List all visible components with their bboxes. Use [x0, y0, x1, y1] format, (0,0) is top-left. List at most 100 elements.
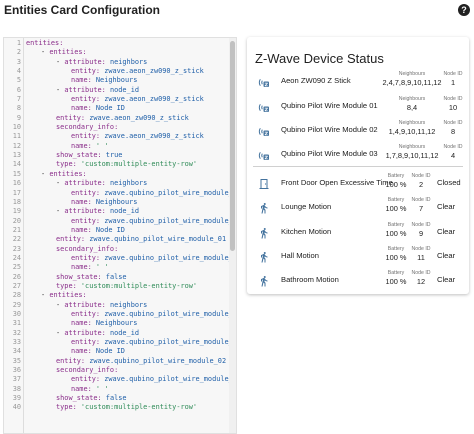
device-row[interactable]: Qubino Pilot Wire Module 03 Neighbours 1,7…	[247, 142, 469, 166]
code-line[interactable]: 36 secondary_info:	[4, 366, 230, 375]
sensor-row[interactable]: Lounge Motion Battery 100 % Node ID 7 Clear	[247, 195, 469, 219]
code-line[interactable]: 2 - entities:	[4, 48, 230, 57]
node-id-label: Node ID	[443, 120, 463, 126]
sensor-name[interactable]: Hall Motion	[281, 251, 319, 260]
code-line[interactable]: 33 entity: zwave.qubino_pilot_wire_module…	[4, 338, 236, 347]
walk-icon	[258, 274, 270, 287]
code-line[interactable]: 15 - entities:	[4, 170, 230, 179]
code-line[interactable]: 23 secondary_info:	[4, 245, 230, 254]
device-name[interactable]: Qubino Pilot Wire Module 03	[281, 149, 378, 158]
code-line[interactable]: 38 name: ' '	[4, 385, 230, 394]
neighbours-value: 1,4,9,10,11,12	[388, 127, 436, 136]
code-line[interactable]: 24 entity: zwave.qubino_pilot_wire_module…	[4, 254, 236, 263]
battery: Battery 100 %	[383, 197, 409, 213]
node-id-value: 7	[418, 204, 424, 213]
code-text: - attribute: neighbors	[56, 57, 148, 66]
code-line[interactable]: 35 entity: zwave.qubino_pilot_wire_module…	[4, 357, 230, 366]
code-line[interactable]: 1 entities:	[4, 39, 230, 48]
door-icon	[258, 177, 270, 189]
code-line[interactable]: 37 entity: zwave.qubino_pilot_wire_module…	[4, 375, 236, 384]
code-text: name: ' '	[71, 263, 109, 272]
code-line[interactable]: 17 entity: zwave.qubino_pilot_wire_module…	[4, 188, 236, 198]
node-id-label: Node ID	[411, 246, 431, 252]
yaml-code-editor[interactable]: 1 entities: 2 - entities: 3 - attribute: neig…	[3, 37, 237, 434]
line-number: 11	[12, 132, 21, 141]
code-line[interactable]: 7 entity: zwave.aeon_zw090_z_stick	[4, 95, 230, 104]
code-line[interactable]: 27 type: 'custom:multiple-entity-row'	[4, 282, 230, 291]
neighbours-value: 8,4	[406, 103, 418, 112]
node-id-label: Node ID	[411, 173, 431, 179]
node-id-value: 12	[416, 277, 426, 286]
code-line[interactable]: 19 - attribute: node_id	[4, 207, 230, 216]
scrollbar-thumb[interactable]	[230, 41, 235, 251]
code-line[interactable]: 25 name: ' '	[4, 263, 230, 272]
sensor-state: Closed	[437, 178, 461, 187]
code-line[interactable]: 29 - attribute: neighbors	[4, 301, 230, 310]
code-line[interactable]: 32 - attribute: node_id	[4, 329, 230, 338]
sensor-name[interactable]: Bathroom Motion	[281, 275, 339, 284]
device-row[interactable]: Aeon ZW090 Z Stick Neighbours 2,4,7,8,9,10…	[247, 69, 469, 93]
line-number: 15	[12, 169, 21, 178]
sensor-name[interactable]: Kitchen Motion	[281, 227, 331, 236]
line-number: 35	[12, 356, 21, 365]
code-line[interactable]: 10 secondary_info:	[4, 123, 230, 132]
code-line[interactable]: 21 name: Node ID	[4, 226, 230, 235]
sensor-row[interactable]: Bathroom Motion Battery 100 % Node ID 12 Clea…	[247, 268, 469, 292]
line-number: 4	[16, 67, 21, 76]
device-name[interactable]: Qubino Pilot Wire Module 02	[281, 125, 378, 134]
code-lines: 1 entities: 2 - entities: 3 - attribute: neig…	[4, 39, 236, 413]
line-number: 12	[12, 141, 21, 150]
node-id-value: 8	[450, 127, 456, 136]
code-line[interactable]: 18 name: Neighbours	[4, 198, 230, 207]
device-name[interactable]: Qubino Pilot Wire Module 01	[281, 101, 378, 110]
code-line[interactable]: 12 name: ' '	[4, 142, 230, 151]
sensor-state: Clear	[437, 227, 456, 236]
line-number: 6	[16, 85, 21, 94]
code-line[interactable]: 13 show_state: true	[4, 151, 230, 160]
sensor-row[interactable]: Front Door Open Excessive Time Battery 100…	[247, 171, 469, 195]
code-line[interactable]: 30 entity: zwave.qubino_pilot_wire_module…	[4, 310, 236, 319]
node-id: Node ID 1	[443, 71, 463, 87]
code-line[interactable]: 14 type: 'custom:multiple-entity-row'	[4, 160, 230, 169]
code-line[interactable]: 9 entity: zwave.aeon_zw090_z_stick	[4, 114, 230, 123]
node-id: Node ID 4	[443, 144, 463, 160]
code-line[interactable]: 5 name: Neighbours	[4, 76, 230, 85]
sensor-name[interactable]: Front Door Open Excessive Time	[281, 178, 393, 187]
code-line[interactable]: 3 - attribute: neighbors	[4, 58, 230, 67]
code-line[interactable]: 4 entity: zwave.aeon_zw090_z_stick	[4, 67, 230, 76]
neighbours: Neighbours 1,7,8,9,10,11,12	[381, 144, 443, 160]
code-line[interactable]: 11 entity: zwave.aeon_zw090_z_stick	[4, 132, 230, 141]
node-id-value: 2	[418, 180, 424, 189]
line-number: 1	[16, 39, 21, 47]
code-line[interactable]: 16 - attribute: neighbors	[4, 179, 230, 188]
code-line[interactable]: 28 - entities:	[4, 291, 230, 300]
editor-scrollbar[interactable]	[229, 38, 236, 433]
line-number: 17	[12, 188, 21, 197]
neighbours-value: 1,7,8,9,10,11,12	[385, 151, 439, 160]
code-line[interactable]: 34 name: Node ID	[4, 347, 230, 356]
code-line[interactable]: 26 show_state: false	[4, 273, 230, 282]
code-text: entity: zwave.qubino_pilot_wire_module_0…	[71, 216, 237, 225]
node-id: Node ID 11	[409, 246, 433, 262]
device-row[interactable]: Qubino Pilot Wire Module 01 Neighbours 8,4…	[247, 94, 469, 118]
sensor-row[interactable]: Kitchen Motion Battery 100 % Node ID 9 Clear	[247, 220, 469, 244]
walk-icon	[258, 226, 270, 239]
code-line[interactable]: 20 entity: zwave.qubino_pilot_wire_module…	[4, 217, 236, 226]
help-icon[interactable]: ?	[458, 4, 470, 16]
neighbours-value: 2,4,7,8,9,10,11,12	[382, 78, 442, 87]
code-line[interactable]: 22 entity: zwave.qubino_pilot_wire_module…	[4, 235, 230, 244]
sensor-name[interactable]: Lounge Motion	[281, 202, 331, 211]
code-text: secondary_info:	[56, 123, 119, 132]
battery: Battery 100 %	[383, 246, 409, 262]
code-line[interactable]: 31 name: Neighbours	[4, 319, 230, 328]
code-text: entity: zwave.qubino_pilot_wire_module_0…	[56, 235, 227, 244]
device-row[interactable]: Qubino Pilot Wire Module 02 Neighbours 1,4…	[247, 118, 469, 142]
device-name[interactable]: Aeon ZW090 Z Stick	[281, 76, 351, 85]
code-text: name: Neighbours	[71, 76, 138, 85]
code-line[interactable]: 40 type: 'custom:multiple-entity-row'	[4, 403, 230, 412]
code-line[interactable]: 6 - attribute: node_id	[4, 86, 230, 95]
code-line[interactable]: 8 name: Node ID	[4, 104, 230, 113]
code-line[interactable]: 39 show_state: false	[4, 394, 230, 403]
sensor-row[interactable]: Hall Motion Battery 100 % Node ID 11 Clear	[247, 244, 469, 268]
node-id-label: Node ID	[443, 144, 463, 150]
